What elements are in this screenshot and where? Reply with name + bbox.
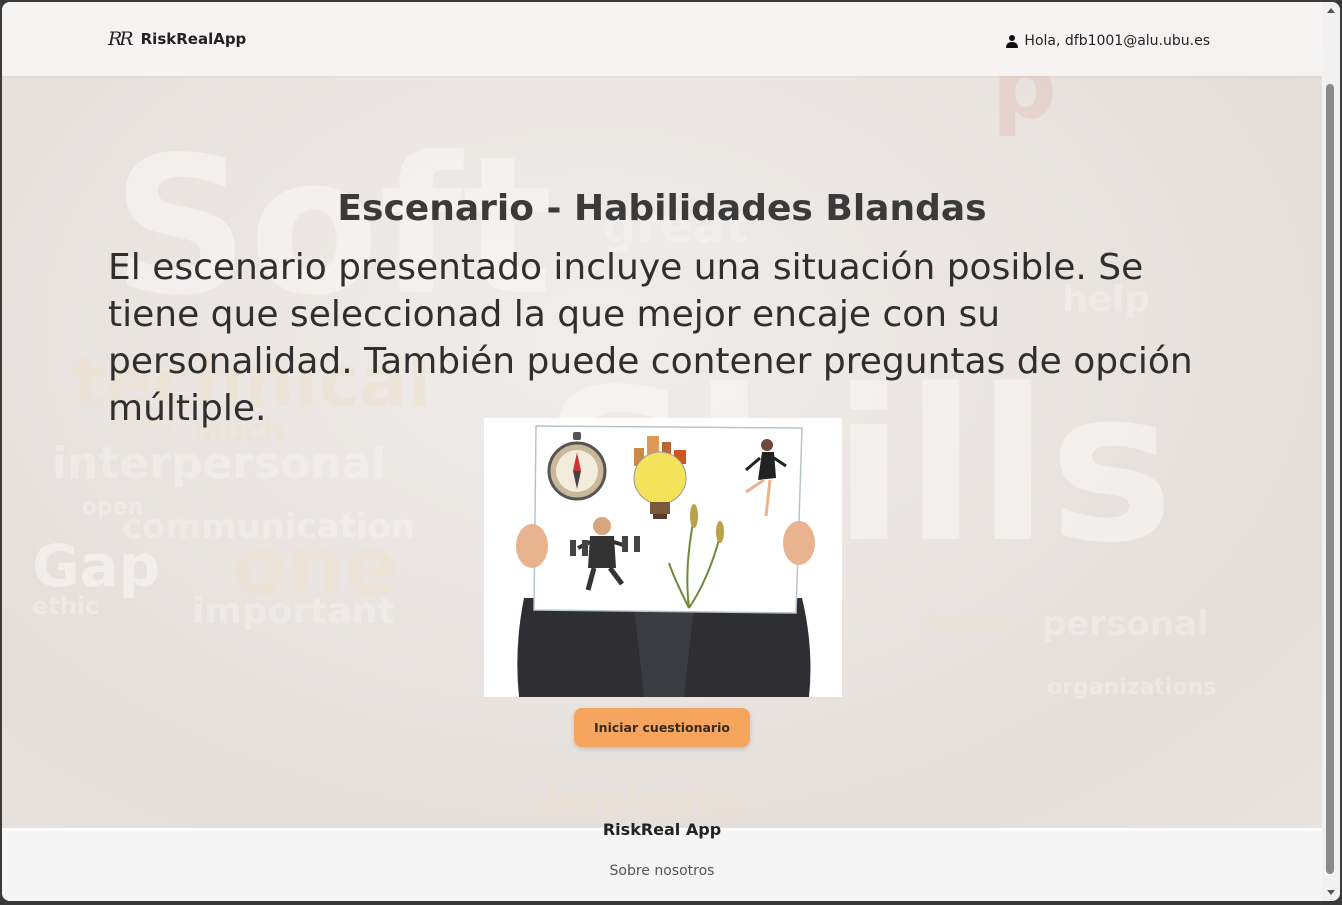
scenario-illustration-svg [516,425,815,697]
browser-window: Soft Skills technical interpersonal comm… [2,2,1340,901]
start-questionnaire-button[interactable]: Iniciar cuestionario [574,708,750,747]
user-greeting-text: Hola, dfb1001@alu.ubu.es [1024,33,1210,49]
navbar: RR RiskRealApp Hola, dfb1001@alu.ubu.es [2,2,1322,76]
user-icon [1006,34,1019,48]
brand-name: RiskRealApp [140,30,247,48]
scrollbar-thumb[interactable] [1326,84,1334,874]
about-us-link[interactable]: Sobre nosotros [2,863,1322,879]
page-title: Escenario - Habilidades Blandas [337,188,987,229]
user-greeting[interactable]: Hola, dfb1001@alu.ubu.es [1006,33,1210,49]
scroll-up-arrow-icon[interactable] [1327,8,1335,13]
brand-logo: RR [108,28,134,50]
brand-link[interactable]: RR RiskRealApp [108,28,246,50]
scroll-down-arrow-icon[interactable] [1327,890,1335,895]
footer-title: RiskReal App [602,820,722,839]
scenario-description: El escenario presentado incluye una situ… [108,247,1193,429]
scenario-illustration [484,418,842,697]
vertical-scrollbar[interactable] [1322,2,1340,901]
